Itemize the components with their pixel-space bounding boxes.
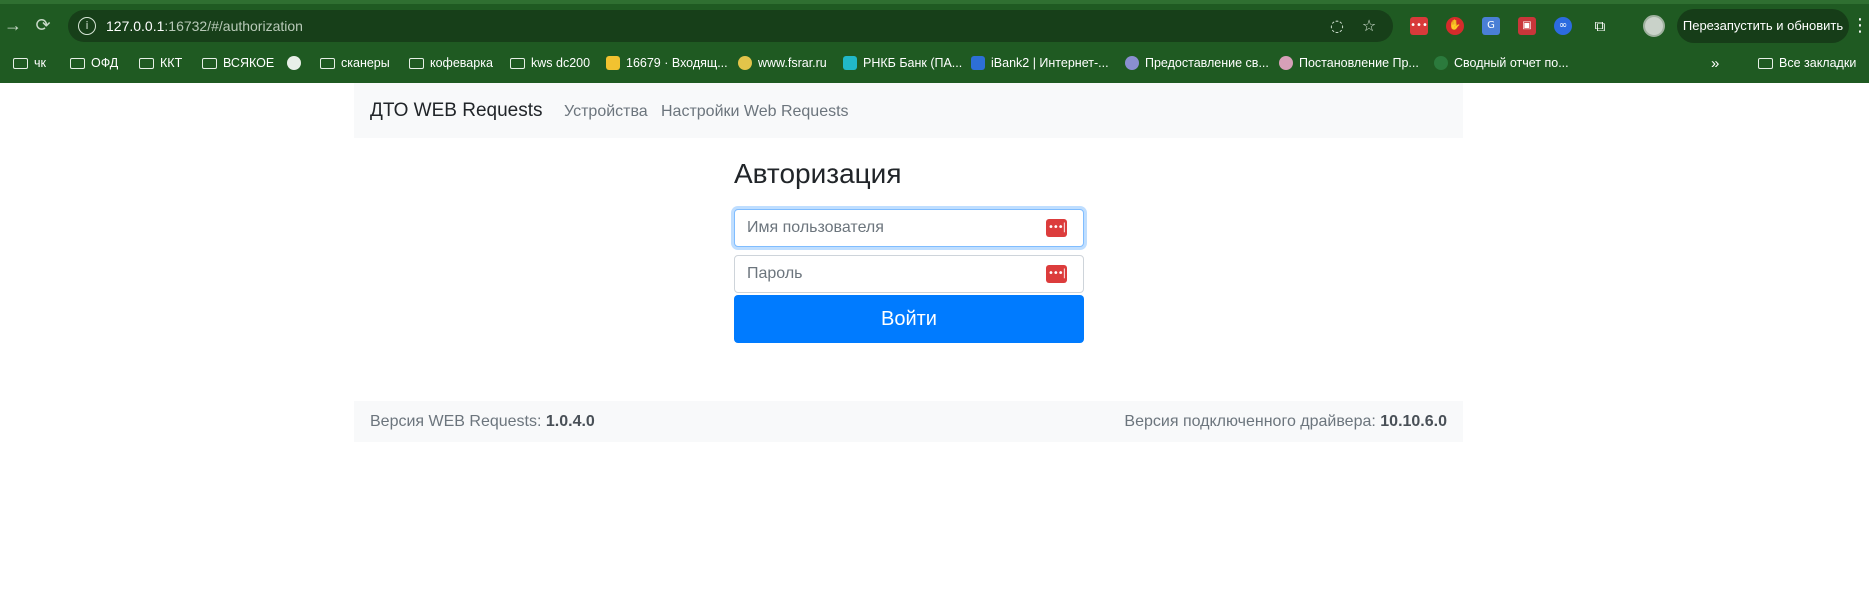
driver-version-text: Версия подключенного драйвера: 10.10.6.0 bbox=[1124, 413, 1447, 431]
bookmark-globe[interactable] bbox=[287, 53, 301, 73]
ibank-favicon bbox=[971, 56, 985, 70]
address-bar[interactable]: i 127.0.0.1:16732/#/authorization ◌ ☆ bbox=[68, 10, 1393, 42]
username-input[interactable] bbox=[735, 210, 1035, 246]
bookmark-label: Постановление Пр... bbox=[1299, 56, 1419, 70]
password-input[interactable] bbox=[735, 256, 1035, 292]
translate-extension-icon[interactable]: G bbox=[1482, 17, 1500, 35]
navbar-brand[interactable]: ДТО WEB Requests bbox=[370, 100, 543, 122]
bookmark-label: Предоставление св... bbox=[1145, 56, 1269, 70]
adblock-extension-icon[interactable]: ✋ bbox=[1446, 17, 1464, 35]
star-icon[interactable]: ☆ bbox=[1359, 16, 1379, 36]
bookmark-summary-report[interactable]: Сводный отчет по... bbox=[1434, 53, 1569, 73]
folder-icon bbox=[202, 57, 217, 69]
bookmark-label: сканеры bbox=[341, 56, 390, 70]
browser-menu-icon[interactable]: ⋮ bbox=[1851, 15, 1869, 37]
password-manager-icon[interactable]: •••| bbox=[1046, 265, 1067, 283]
all-bookmarks-button[interactable]: Все закладки bbox=[1758, 53, 1856, 73]
globe-icon bbox=[287, 56, 301, 70]
bookmark-label: РНКБ Банк (ПА... bbox=[863, 56, 963, 70]
browser-toolbar: → ⟳ i 127.0.0.1:16732/#/authorization ◌ … bbox=[0, 6, 1869, 44]
bookmark-label: ККТ bbox=[160, 56, 183, 70]
password-manager-icon[interactable]: •••| bbox=[1046, 219, 1067, 237]
folder-icon bbox=[1758, 57, 1773, 69]
password-field[interactable]: •••| bbox=[734, 255, 1084, 293]
login-button[interactable]: Войти bbox=[734, 295, 1084, 343]
bookmark-gov-services[interactable]: Предоставление св... bbox=[1125, 53, 1269, 73]
nav-link-settings[interactable]: Настройки Web Requests bbox=[661, 103, 849, 121]
bookmark-decree[interactable]: Постановление Пр... bbox=[1279, 53, 1419, 73]
bookmark-label: 16679 · Входящ... bbox=[626, 56, 728, 70]
extensions-puzzle-icon[interactable]: ⧉ bbox=[1591, 17, 1609, 35]
url-host: 127.0.0.1 bbox=[106, 18, 165, 34]
folder-icon bbox=[510, 57, 525, 69]
webrequests-version-value: 1.0.4.0 bbox=[545, 413, 595, 430]
bookmark-rnkb[interactable]: РНКБ Банк (ПА... bbox=[843, 53, 962, 73]
all-bookmarks-label: Все закладки bbox=[1779, 56, 1857, 70]
app-navbar: ДТО WEB Requests Устройства Настройки We… bbox=[354, 83, 1463, 138]
auth-title: Авторизация bbox=[734, 158, 902, 189]
bookmark-label: iBank2 | Интернет-... bbox=[991, 56, 1109, 70]
bookmark-folder-kkt[interactable]: ККТ bbox=[139, 53, 182, 73]
bookmarks-bar: чк ОФД ККТ ВСЯКОЕ сканеры кофеварка kws … bbox=[0, 47, 1869, 77]
password-extension-icon[interactable]: ••• bbox=[1410, 17, 1428, 35]
eye-slash-icon[interactable]: ◌ bbox=[1327, 16, 1347, 36]
browser-chrome: → ⟳ i 127.0.0.1:16732/#/authorization ◌ … bbox=[0, 0, 1869, 83]
report-favicon bbox=[1434, 56, 1448, 70]
bookmark-label: ВСЯКОЕ bbox=[223, 56, 275, 70]
bookmark-folder-vsyakoe[interactable]: ВСЯКОЕ bbox=[202, 53, 274, 73]
calendar-extension-icon[interactable]: ▣ bbox=[1518, 17, 1536, 35]
bookmark-folder-scanners[interactable]: сканеры bbox=[320, 53, 390, 73]
relaunch-update-button[interactable]: Перезапустить и обновить bbox=[1677, 9, 1849, 43]
bookmark-folder-chk[interactable]: чк bbox=[13, 53, 46, 73]
bookmark-label: чк bbox=[34, 56, 46, 70]
driver-version-label: Версия подключенного драйвера: bbox=[1124, 413, 1381, 430]
folder-icon bbox=[70, 57, 85, 69]
bookmark-folder-coffee[interactable]: кофеварка bbox=[409, 53, 493, 73]
fsrar-favicon bbox=[738, 56, 752, 70]
address-url[interactable]: 127.0.0.1:16732/#/authorization bbox=[106, 18, 303, 34]
folder-icon bbox=[139, 57, 154, 69]
bookmarks-overflow-button[interactable]: » bbox=[1711, 53, 1719, 73]
username-field[interactable]: •••| bbox=[734, 209, 1084, 247]
rnkb-favicon bbox=[843, 56, 857, 70]
forward-arrow-icon[interactable]: → bbox=[0, 12, 26, 38]
bookmark-ibank[interactable]: iBank2 | Интернет-... bbox=[971, 53, 1109, 73]
decree-favicon bbox=[1279, 56, 1293, 70]
folder-icon bbox=[13, 57, 28, 69]
folder-icon bbox=[409, 57, 424, 69]
bookmark-label: Сводный отчет по... bbox=[1454, 56, 1569, 70]
site-info-icon[interactable]: i bbox=[78, 17, 96, 35]
webrequests-version-label: Версия WEB Requests: bbox=[370, 413, 546, 430]
reload-icon[interactable]: ⟳ bbox=[30, 12, 56, 38]
bookmark-folder-kws[interactable]: kws dc200 bbox=[510, 53, 590, 73]
bookmark-mail[interactable]: 16679 · Входящ... bbox=[606, 53, 728, 73]
bookmark-folder-ofd[interactable]: ОФД bbox=[70, 53, 118, 73]
mail-icon bbox=[606, 56, 620, 70]
folder-icon bbox=[320, 57, 335, 69]
nav-link-devices[interactable]: Устройства bbox=[564, 103, 648, 121]
webrequests-version-text: Версия WEB Requests: 1.0.4.0 bbox=[370, 413, 595, 431]
profile-avatar[interactable] bbox=[1643, 15, 1665, 37]
bookmark-label: www.fsrar.ru bbox=[758, 56, 827, 70]
app-footer: Версия WEB Requests: 1.0.4.0 Версия подк… bbox=[354, 401, 1463, 442]
chrome-top-strip bbox=[0, 0, 1869, 4]
driver-version-value: 10.10.6.0 bbox=[1380, 413, 1447, 430]
bookmark-label: кофеварка bbox=[430, 56, 493, 70]
gov-favicon bbox=[1125, 56, 1139, 70]
bookmark-label: ОФД bbox=[91, 56, 119, 70]
infinity-extension-icon[interactable]: ∞ bbox=[1554, 17, 1572, 35]
url-path: :16732/#/authorization bbox=[164, 18, 303, 34]
bookmark-label: kws dc200 bbox=[531, 56, 591, 70]
bookmark-fsrar[interactable]: www.fsrar.ru bbox=[738, 53, 827, 73]
auth-form: Авторизация •••| •••| Войти bbox=[734, 154, 1084, 343]
page-content: ДТО WEB Requests Устройства Настройки We… bbox=[0, 83, 1869, 596]
